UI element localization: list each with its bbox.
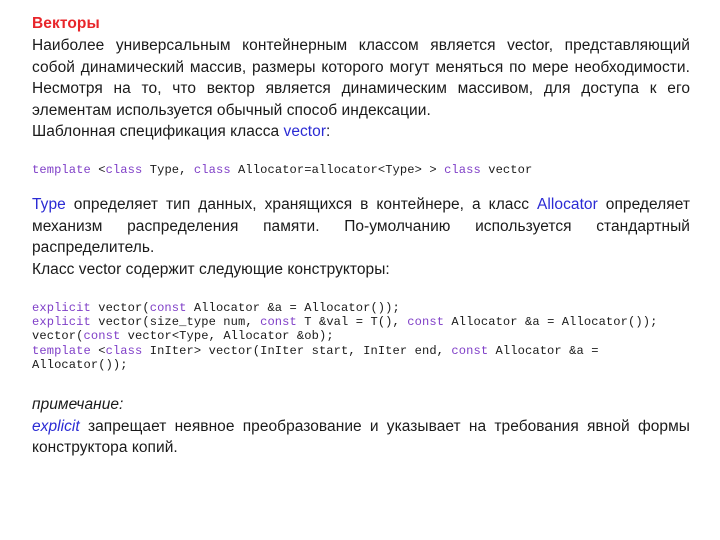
- code-token-keyword: const: [451, 343, 489, 358]
- code-token-keyword: explicit: [32, 314, 91, 329]
- identifier-explicit: explicit: [32, 417, 80, 435]
- code-block-template-signature: template <class Type, class Allocator=al…: [32, 163, 690, 177]
- spec-intro-line: Шаблонная спецификация класса vector:: [32, 121, 690, 143]
- code-token-keyword: const: [407, 314, 445, 329]
- code-token-plain: vector<Type, Allocator &ob);: [120, 329, 334, 344]
- code-token-plain: T &val = T(),: [296, 314, 408, 329]
- identifier-allocator: Allocator: [537, 196, 598, 214]
- slide-content: Векторы Наиболее универсальным контейнер…: [32, 14, 690, 459]
- code-token-keyword: template: [32, 162, 91, 177]
- description-text-1: определяет тип данных, хранящихся в конт…: [65, 196, 538, 214]
- identifier-vector: vector: [283, 123, 327, 141]
- code-token-plain: vector(: [90, 300, 150, 315]
- identifier-type: Type: [32, 196, 66, 214]
- note-paragraph: explicit запрещает неявное преобразовани…: [32, 416, 690, 459]
- code-token-keyword: class: [105, 343, 143, 358]
- note-label: примечание:: [32, 396, 124, 414]
- code-token-keyword: class: [105, 162, 143, 177]
- code-token-plain: InIter> vector(InIter start, InIter end,: [142, 343, 452, 358]
- code-token-plain: vector(size_type num,: [90, 314, 261, 329]
- code-token-keyword: class: [444, 162, 481, 177]
- slide-canvas: Векторы Наиболее универсальным контейнер…: [0, 0, 720, 540]
- spec-intro-prefix: Шаблонная спецификация класса: [32, 123, 284, 141]
- code-token-keyword: const: [149, 300, 187, 315]
- spec-intro-suffix: :: [326, 123, 331, 141]
- code-token-plain: Allocator &a = Allocator());: [444, 314, 658, 329]
- constructors-intro-line: Класс vector содержит следующие конструк…: [32, 261, 390, 279]
- code-token-keyword: const: [260, 314, 297, 329]
- code-token-plain: vector: [480, 162, 533, 177]
- code-token-plain: <: [90, 343, 106, 358]
- page-title: Векторы: [32, 15, 100, 32]
- note-text: запрещает неявное преобразование и указы…: [32, 417, 690, 457]
- code-token-plain: Allocator &a = Allocator());: [186, 300, 400, 315]
- code-token-plain: <: [90, 162, 106, 177]
- code-token-plain: Type,: [142, 162, 194, 177]
- code-token-keyword: template: [32, 343, 91, 358]
- intro-paragraph: Наиболее универсальным контейнерным клас…: [32, 37, 690, 119]
- code-token-plain: vector(: [32, 329, 84, 344]
- code-token-plain: Allocator=allocator<Type> >: [230, 162, 445, 177]
- code-block-constructors: explicit vector(const Allocator &a = All…: [32, 301, 690, 372]
- code-token-keyword: const: [83, 329, 121, 344]
- code-token-keyword: class: [193, 162, 231, 177]
- description-paragraph: Type определяет тип данных, хранящихся в…: [32, 194, 690, 259]
- code-token-keyword: explicit: [32, 300, 91, 315]
